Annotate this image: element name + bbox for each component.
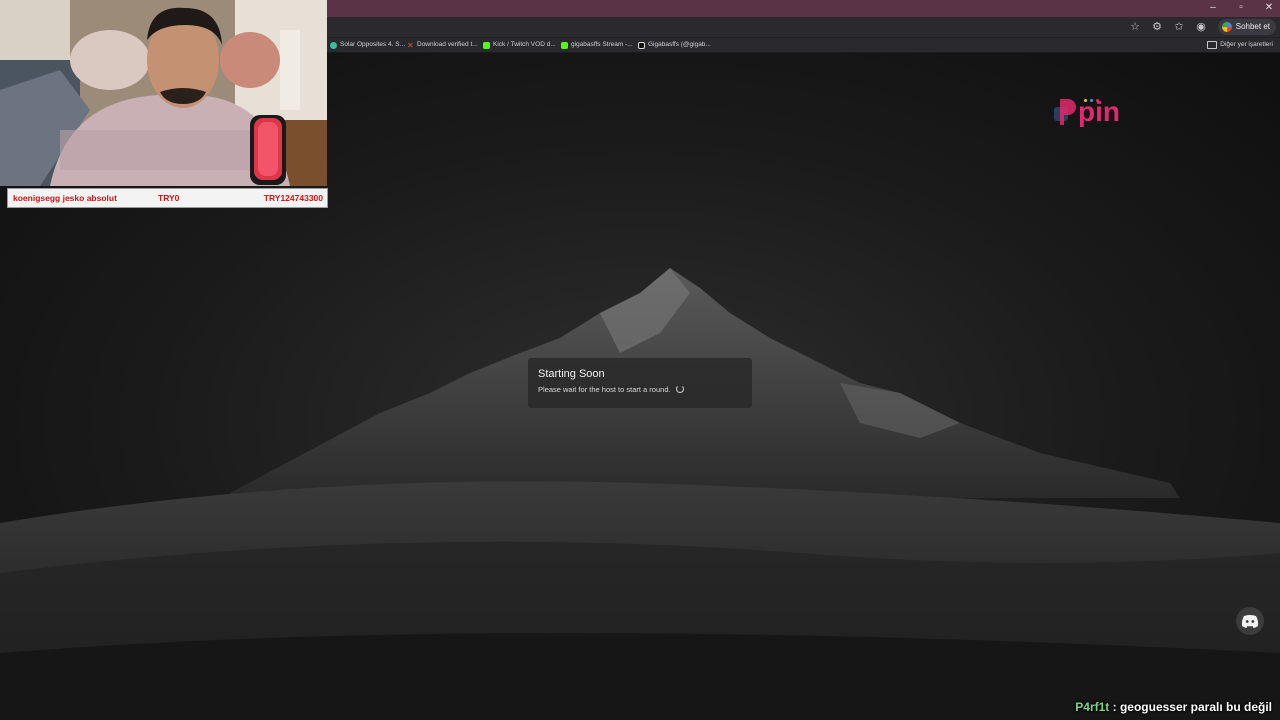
chat-message: P4rf1t : geoguesser paralı bu değil xyxy=(1075,700,1272,714)
dialog-title: Starting Soon xyxy=(538,368,605,380)
donation-amount-right: TRY124743300 xyxy=(263,193,323,203)
bookmark-item[interactable]: Gigabasffs (@gigab... xyxy=(638,40,711,50)
logo-mark-icon xyxy=(1054,99,1076,125)
close-button[interactable]: ✕ xyxy=(1262,1,1276,15)
bookmark-favicon-icon xyxy=(483,41,490,49)
chat-button-label: Sohbet et xyxy=(1235,22,1270,31)
profile-icon[interactable]: ◉ xyxy=(1194,20,1208,34)
bookmark-label: Solar Opposites 4. S... xyxy=(340,41,406,48)
webcam-feed xyxy=(0,0,327,186)
logo-dots xyxy=(1084,99,1099,102)
bookmark-favicon-icon xyxy=(638,41,645,49)
chat-text: geoguesser paralı bu değil xyxy=(1119,700,1272,714)
bookmark-item[interactable]: Kick / Twitch VOD d... xyxy=(483,40,556,50)
dialog-message-row: Please wait for the host to start a roun… xyxy=(538,385,684,394)
minimize-button[interactable]: – xyxy=(1206,1,1220,15)
webcam-image xyxy=(0,0,327,186)
bookmark-item[interactable]: Solar Opposites 4. S... xyxy=(330,40,405,50)
other-bookmarks-label: Diğer yer işaretleri xyxy=(1220,41,1273,48)
bookmark-label: gigabasffs Stream -... xyxy=(571,41,633,48)
loading-spinner-icon xyxy=(675,385,684,393)
bookmark-label: Download verified t... xyxy=(417,41,478,48)
donation-amount-left: TRY0 xyxy=(158,193,180,203)
donor-name: koenigsegg jesko absolut xyxy=(13,193,117,203)
bookmark-label: Kick / Twitch VOD d... xyxy=(493,41,556,48)
bookmark-item[interactable]: ✕ Download verified t... xyxy=(407,40,478,50)
starting-soon-dialog: Starting Soon Please wait for the host t… xyxy=(528,358,752,408)
bookmark-favicon-icon xyxy=(330,41,337,49)
bookmark-favicon-icon xyxy=(561,41,568,49)
window-controls: – ▫ ✕ xyxy=(1206,1,1276,15)
star-icon[interactable]: ☆ xyxy=(1128,20,1142,34)
dialog-message: Please wait for the host to start a roun… xyxy=(538,385,671,394)
extensions-icon[interactable]: ⚙ xyxy=(1150,20,1164,34)
bookmark-item[interactable]: gigabasffs Stream -... xyxy=(561,40,633,50)
bookmark-label: Gigabasffs (@gigab... xyxy=(648,41,711,48)
discord-button[interactable] xyxy=(1236,607,1264,635)
chat-username: P4rf1t xyxy=(1075,700,1110,714)
chat-separator: : xyxy=(1109,700,1120,714)
folder-icon xyxy=(1207,41,1218,49)
other-bookmarks[interactable]: Diğer yer işaretleri xyxy=(1207,40,1273,50)
bookmark-list-icon[interactable]: ✩ xyxy=(1172,20,1186,34)
discord-icon xyxy=(1241,615,1259,628)
maximize-button[interactable]: ▫ xyxy=(1234,1,1248,15)
bookmark-favicon-icon: ✕ xyxy=(407,40,414,50)
gemini-icon xyxy=(1221,22,1232,32)
donation-bar: koenigsegg jesko absolut TRY0 TRY1247433… xyxy=(7,188,328,208)
chat-button[interactable]: Sohbet et xyxy=(1217,19,1276,35)
